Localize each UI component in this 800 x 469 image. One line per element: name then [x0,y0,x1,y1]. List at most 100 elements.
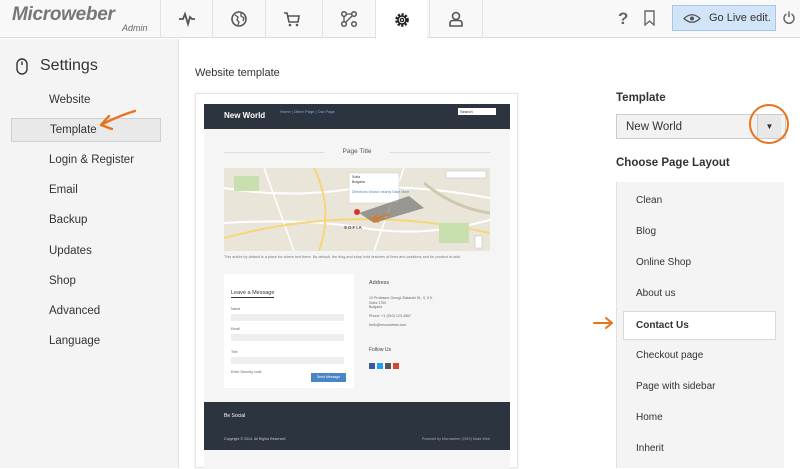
sidebar-item-label: Advanced [49,305,101,317]
preview-brand: New World [224,111,266,120]
sidebar-item-label: Language [49,335,101,347]
nav-tab-shop[interactable] [265,0,317,38]
sidebar-item-advanced[interactable]: Advanced [11,299,161,323]
preview-form-label: Text [231,350,238,354]
settings-title-text: Settings [40,57,98,74]
power-icon[interactable] [783,11,795,29]
logo-text: Microweber [12,4,115,25]
preview-form-label: Name [231,307,241,311]
layout-item-page-with-sidebar[interactable]: Page with sidebar [636,381,716,392]
top-bar: Microweber Admin ? Go Live edit. [0,0,800,39]
cart-icon [283,12,300,27]
layout-item-clean[interactable]: Clean [636,195,662,206]
settings-title: Settings [16,57,98,75]
preview-nav-links: Home | Other Page | Our Page [280,109,335,114]
go-live-label: Go Live edit. [709,12,771,24]
sidebar-item-label: Website [49,94,91,106]
youtube-icon [393,363,399,369]
gear-icon [394,12,409,27]
pulse-icon [178,11,195,28]
nav-tab-modules[interactable] [322,0,374,38]
map-place-label: SOFIA [344,225,363,230]
preview-form-label: Enter Security code [231,370,262,374]
annotation-circle [749,104,789,144]
layout-item-inherit[interactable]: Inherit [636,443,664,454]
sidebar-item-email[interactable]: Email [11,178,161,202]
sidebar-item-label: Login & Register [49,154,135,166]
page-layout-label: Choose Page Layout [616,157,730,169]
sidebar-item-login-register[interactable]: Login & Register [11,148,161,172]
address-phone: Phone: +1 (910) 123-4567 [369,314,412,318]
bookmark-icon[interactable] [644,10,655,31]
map-card-title: Sofia [352,175,360,179]
layout-item-online-shop[interactable]: Online Shop [636,257,691,268]
preview-contact-form: Leave a Message Name Email Text Enter Se… [224,274,354,388]
template-select-value: New World [626,120,683,133]
map-card-subtitle: Bulgaria [352,180,365,184]
address-line: 10 Professor Georgi Zlatarski St., 5, 5 … [369,296,433,300]
github-icon [385,363,391,369]
template-label: Template [616,92,666,104]
address-line: Bulgaria [369,305,383,309]
nav-divider [482,0,483,38]
globe-icon [230,11,247,27]
settings-sidebar: Settings Website Template Login & Regist… [0,39,179,468]
sidebar-item-backup[interactable]: Backup [11,208,161,232]
preview-rule [390,152,490,153]
preview-form-field [231,334,344,341]
nav-tab-users[interactable] [429,0,481,38]
preview-form-field [231,357,344,364]
sidebar-item-label: Shop [49,275,76,287]
preview-follow-title: Follow Us [369,347,391,353]
layout-item-blog[interactable]: Blog [636,226,656,237]
layout-item-contact-us[interactable]: Contact Us [623,311,776,340]
user-icon [448,11,463,27]
preview-send-button: Send Message [311,373,346,382]
preview-footer: Be Social Copyright © 2014, All Rights R… [204,402,510,450]
address-line: Sofia 1700 [369,300,387,305]
nav-tab-website[interactable] [212,0,264,38]
modules-icon [340,10,357,28]
section-label: Website template [195,67,280,79]
preview-address-title: Address [369,280,390,286]
sidebar-item-website[interactable]: Website [11,88,161,112]
annotation-arrow-icon [99,109,137,131]
layout-item-checkout-page[interactable]: Checkout page [636,350,703,361]
preview-be-social: Be Social [224,413,246,419]
sidebar-item-label: Email [49,184,78,196]
logo-subtext: Admin [122,23,148,33]
preview-powered-by: Powered by Microweber (CMS) Make Web [421,437,490,441]
preview-map: Sofia Bulgaria Directions Search nearby … [224,168,490,251]
annotation-arrow-icon [593,317,613,329]
sidebar-item-label: Backup [49,214,88,226]
map-card-links: Directions Search nearby Save More [352,190,410,194]
eye-icon [683,13,701,23]
nav-tab-settings[interactable] [375,0,427,39]
template-preview[interactable]: New World Home | Other Page | Our Page S… [195,93,518,469]
preview-page: New World Home | Other Page | Our Page S… [204,104,510,469]
sidebar-item-shop[interactable]: Shop [11,269,161,293]
sidebar-item-updates[interactable]: Updates [11,239,161,263]
facebook-icon [369,363,375,369]
layout-item-home[interactable]: Home [636,412,663,423]
preview-form-label: Email [231,327,240,331]
preview-form-field [231,314,344,321]
nav-tab-stats[interactable] [160,0,212,38]
map-card: Sofia Bulgaria Directions Search nearby … [352,175,409,195]
go-live-edit-button[interactable]: Go Live edit. [672,5,776,31]
sidebar-item-template[interactable]: Template [11,118,161,142]
layout-item-label: Contact Us [636,320,689,331]
preview-address: 10 Professor Georgi Zlatarski St., 5, 5 … [369,296,489,328]
layout-item-about-us[interactable]: About us [636,288,675,299]
preview-social-icons [369,363,399,369]
address-email: hello@microweber.com [369,323,407,327]
help-icon[interactable]: ? [618,9,628,29]
preview-header: New World Home | Other Page | Our Page S… [204,104,510,129]
preview-lorem: This article by default is a place for a… [224,255,461,259]
logo[interactable]: Microweber Admin [12,4,162,36]
preview-copyright: Copyright © 2014, All Rights Reserved [224,437,286,441]
preview-search: Search [458,108,496,115]
sidebar-item-language[interactable]: Language [11,329,161,353]
twitter-icon [377,363,383,369]
preview-form-title: Leave a Message [231,290,275,298]
